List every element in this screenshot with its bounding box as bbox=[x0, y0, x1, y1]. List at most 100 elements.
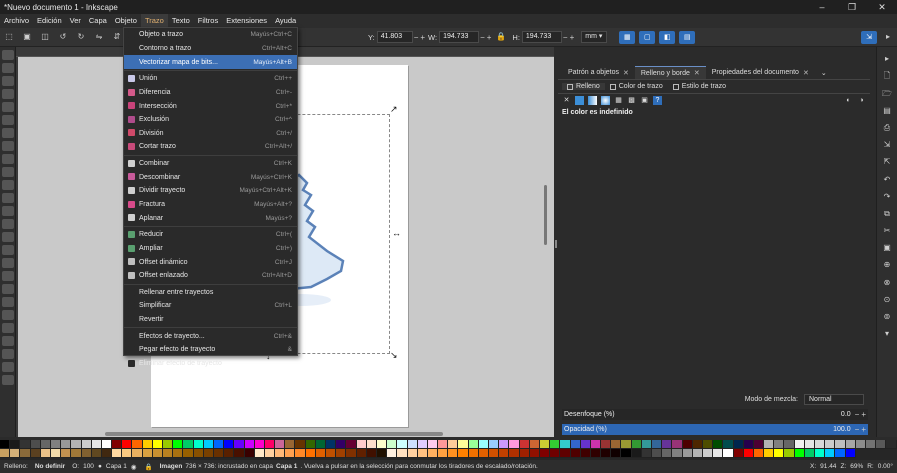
palette-swatch[interactable] bbox=[702, 440, 714, 449]
import-icon[interactable]: ⇲ bbox=[881, 140, 893, 150]
palette-swatch[interactable] bbox=[387, 449, 398, 458]
tool-button[interactable] bbox=[2, 323, 14, 333]
palette-swatch[interactable] bbox=[865, 440, 877, 449]
flat-color-icon[interactable] bbox=[575, 96, 584, 105]
palette-swatch[interactable] bbox=[825, 449, 836, 458]
palette-swatch[interactable] bbox=[254, 449, 265, 458]
palette-swatch[interactable] bbox=[692, 449, 703, 458]
radial-gradient-icon[interactable] bbox=[601, 96, 610, 105]
tab-stroke-style[interactable]: Estilo de trazo bbox=[668, 83, 731, 90]
tool-button[interactable] bbox=[2, 102, 14, 112]
menu-trazo[interactable]: Trazo bbox=[140, 14, 168, 28]
palette-swatch[interactable] bbox=[173, 440, 184, 449]
palette-swatch[interactable] bbox=[407, 449, 418, 458]
blur-minus-icon[interactable]: − bbox=[855, 410, 860, 419]
y-plus-icon[interactable]: + bbox=[420, 33, 425, 42]
palette-swatch[interactable] bbox=[621, 440, 632, 449]
palette-swatch[interactable] bbox=[295, 440, 306, 449]
palette-swatch[interactable] bbox=[804, 440, 815, 449]
palette-swatch[interactable] bbox=[50, 449, 62, 458]
palette-swatch[interactable] bbox=[662, 440, 673, 449]
zoom-page-icon[interactable]: ⊙ bbox=[881, 295, 893, 305]
palette-swatch[interactable] bbox=[142, 440, 153, 449]
palette-swatch[interactable] bbox=[10, 440, 21, 449]
close-tab-icon[interactable]: ✕ bbox=[803, 69, 809, 77]
palette-swatch[interactable] bbox=[122, 440, 133, 449]
palette-swatch[interactable] bbox=[20, 449, 31, 458]
panel-tab[interactable]: Patrón a objetos ✕ bbox=[562, 66, 635, 79]
palette-swatch[interactable] bbox=[152, 449, 163, 458]
palette-swatch[interactable] bbox=[713, 449, 724, 458]
menu-archivo[interactable]: Archivo bbox=[0, 14, 33, 28]
palette-swatch[interactable] bbox=[713, 440, 724, 449]
palette-swatch[interactable] bbox=[580, 449, 591, 458]
save-icon[interactable]: ▤ bbox=[881, 106, 893, 116]
palette-swatch[interactable] bbox=[652, 449, 663, 458]
palette-swatch[interactable] bbox=[387, 440, 398, 449]
palette-swatch[interactable] bbox=[753, 440, 765, 449]
h-plus-icon[interactable]: + bbox=[570, 33, 575, 42]
more-commands-icon[interactable]: ▾ bbox=[881, 329, 893, 339]
menu-filtros[interactable]: Filtros bbox=[194, 14, 222, 28]
trazo-menu-item[interactable]: Descombinar Mayús+Ctrl+K bbox=[124, 170, 297, 184]
palette-swatch[interactable] bbox=[499, 440, 510, 449]
opacity-status-value[interactable]: 100 bbox=[83, 463, 94, 470]
palette-swatch[interactable] bbox=[743, 449, 754, 458]
palette-swatch[interactable] bbox=[285, 440, 296, 449]
palette-swatch[interactable] bbox=[264, 440, 276, 449]
opacity-plus-icon[interactable]: + bbox=[861, 425, 866, 434]
tool-button[interactable] bbox=[2, 206, 14, 216]
palette-swatch[interactable] bbox=[163, 440, 174, 449]
palette-swatch[interactable] bbox=[407, 440, 418, 449]
palette-swatch[interactable] bbox=[682, 449, 693, 458]
palette-swatch[interactable] bbox=[101, 440, 113, 449]
trazo-menu-item[interactable]: Dividir trayecto Mayús+Ctrl+Alt+K bbox=[124, 184, 297, 198]
palette-swatch[interactable] bbox=[417, 449, 428, 458]
palette-swatch[interactable] bbox=[611, 449, 622, 458]
palette-swatch[interactable] bbox=[611, 440, 622, 449]
tool-button[interactable] bbox=[2, 245, 14, 255]
trazo-menu-item[interactable]: Offset enlazado Ctrl+Alt+D bbox=[124, 269, 297, 283]
palette-swatch[interactable] bbox=[275, 440, 286, 449]
palette-swatch[interactable] bbox=[478, 440, 489, 449]
trazo-menu-item[interactable]: Fractura Mayús+Alt+? bbox=[124, 198, 297, 212]
palette-swatch[interactable] bbox=[295, 449, 306, 458]
tool-button[interactable] bbox=[2, 128, 14, 138]
palette-swatch[interactable] bbox=[509, 440, 520, 449]
palette-swatch[interactable] bbox=[723, 449, 734, 458]
palette-swatch[interactable] bbox=[723, 440, 734, 449]
palette-swatch[interactable] bbox=[641, 449, 652, 458]
palette-swatch[interactable] bbox=[845, 449, 856, 458]
flip-v-icon[interactable]: ⇵ bbox=[110, 31, 124, 43]
palette-swatch[interactable] bbox=[315, 440, 326, 449]
palette-swatch[interactable] bbox=[40, 440, 51, 449]
palette-swatch[interactable] bbox=[142, 449, 153, 458]
tool-button[interactable] bbox=[2, 115, 14, 125]
trazo-menu-item[interactable]: Diferencia Ctrl+- bbox=[124, 86, 297, 100]
palette-swatch[interactable] bbox=[336, 449, 347, 458]
redo-icon[interactable]: ↷ bbox=[881, 192, 893, 202]
palette-swatch[interactable] bbox=[336, 440, 347, 449]
blur-plus-icon[interactable]: + bbox=[861, 410, 866, 419]
palette-swatch[interactable] bbox=[91, 440, 102, 449]
minimize-button[interactable]: – bbox=[807, 2, 837, 12]
swatch-icon[interactable]: ▣ bbox=[640, 96, 649, 105]
palette-swatch[interactable] bbox=[621, 449, 632, 458]
tool-button[interactable] bbox=[2, 375, 14, 385]
trazo-menu-item[interactable]: Exclusión Ctrl+^ bbox=[124, 113, 297, 127]
palette-swatch[interactable] bbox=[590, 440, 602, 449]
palette-swatch[interactable] bbox=[682, 440, 693, 449]
palette-swatch[interactable] bbox=[326, 440, 337, 449]
palette-swatch[interactable] bbox=[112, 440, 123, 449]
palette-swatch[interactable] bbox=[275, 449, 286, 458]
palette-swatch[interactable] bbox=[448, 440, 459, 449]
palette-swatch[interactable] bbox=[193, 440, 204, 449]
palette-swatch[interactable] bbox=[519, 449, 530, 458]
palette-swatch[interactable] bbox=[376, 440, 388, 449]
y-input[interactable]: 41.803 bbox=[376, 31, 413, 43]
trazo-menu-item[interactable]: Revertir bbox=[124, 313, 297, 327]
palette-swatch[interactable] bbox=[784, 449, 795, 458]
flip-h-icon[interactable]: ⇋ bbox=[92, 31, 106, 43]
palette-swatch[interactable] bbox=[550, 440, 561, 449]
palette-swatch[interactable] bbox=[784, 440, 795, 449]
